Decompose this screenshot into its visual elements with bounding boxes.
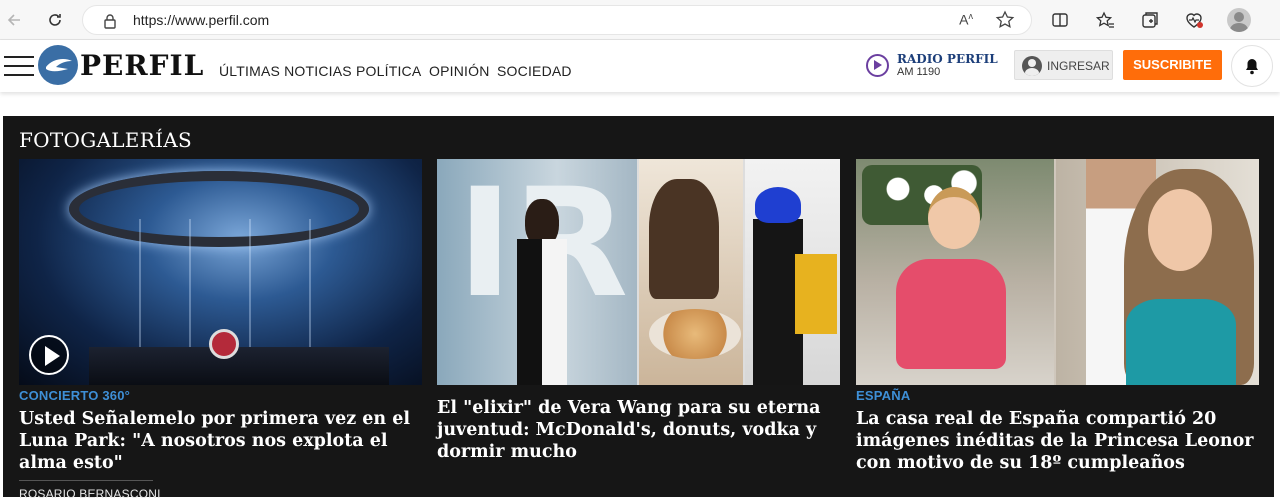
radio-play-icon[interactable]	[866, 54, 889, 77]
gallery-card[interactable]: IR El "elixir" de Vera Wang para su eter…	[437, 159, 840, 463]
nav-ultimas-noticias[interactable]: ÚLTIMAS NOTICIAS	[219, 63, 352, 79]
concert-photo[interactable]	[19, 159, 422, 385]
browser-toolbar: https://www.perfil.com Aʌ	[0, 0, 1280, 40]
favorites-icon[interactable]	[1093, 8, 1117, 32]
collections-icon[interactable]	[1138, 8, 1162, 32]
profile-avatar[interactable]	[1227, 8, 1251, 32]
perfil-logo-icon[interactable]	[38, 45, 78, 85]
back-arrow-icon	[7, 14, 20, 26]
address-bar[interactable]: https://www.perfil.com Aʌ	[82, 5, 1032, 35]
login-label: INGRESAR	[1047, 59, 1110, 73]
nav-sociedad[interactable]: SOCIEDAD	[497, 63, 572, 79]
section-title[interactable]: FOTOGALERÍAS	[19, 128, 192, 152]
menu-hamburger-icon[interactable]	[4, 56, 34, 76]
bell-icon	[1246, 59, 1258, 75]
notifications-button[interactable]	[1231, 45, 1273, 87]
login-button[interactable]: INGRESAR	[1014, 50, 1113, 80]
video-play-icon[interactable]	[29, 335, 69, 375]
card-tag[interactable]: CONCIERTO 360°	[19, 388, 422, 404]
card-tag[interactable]: ESPAÑA	[856, 388, 1259, 404]
url-text: https://www.perfil.com	[133, 12, 270, 28]
split-screen-icon[interactable]	[1048, 8, 1072, 32]
lock-icon	[103, 13, 117, 34]
site-header: PERFIL ÚLTIMAS NOTICIAS POLÍTICA OPINIÓN…	[0, 40, 1280, 92]
radio-frequency: AM 1190	[897, 66, 941, 78]
favorite-star-icon[interactable]	[995, 10, 1015, 35]
card-headline[interactable]: El "elixir" de Vera Wang para su eterna …	[437, 397, 840, 463]
user-icon	[1022, 56, 1042, 76]
health-heart-icon[interactable]	[1182, 8, 1206, 32]
subscribe-button[interactable]: SUSCRIBITE	[1123, 50, 1222, 80]
read-aloud-icon[interactable]: Aʌ	[959, 11, 973, 28]
back-button[interactable]	[0, 6, 28, 34]
nav-politica[interactable]: POLÍTICA	[356, 63, 421, 79]
refresh-button[interactable]	[41, 6, 69, 34]
site-logo[interactable]: PERFIL	[80, 49, 204, 82]
gallery-card[interactable]: CONCIERTO 360° Usted Señalemelo por prim…	[19, 159, 422, 501]
vera-wang-photo[interactable]: IR	[437, 159, 840, 385]
divider	[19, 480, 153, 481]
card-headline[interactable]: Usted Señalemelo por primera vez en el L…	[19, 408, 422, 474]
card-author[interactable]: ROSARIO BERNASCONI	[19, 487, 422, 501]
photo-gallery-section: FOTOGALERÍAS CONCIERTO 360° Usted Señale…	[3, 116, 1274, 501]
refresh-icon	[49, 14, 61, 26]
princesa-leonor-photo[interactable]	[856, 159, 1259, 385]
gallery-card[interactable]: ESPAÑA La casa real de España compartió …	[856, 159, 1259, 474]
nav-opinion[interactable]: OPINIÓN	[429, 63, 490, 79]
radio-name[interactable]: RADIO PERFIL	[897, 52, 998, 66]
card-headline[interactable]: La casa real de España compartió 20 imág…	[856, 408, 1259, 474]
